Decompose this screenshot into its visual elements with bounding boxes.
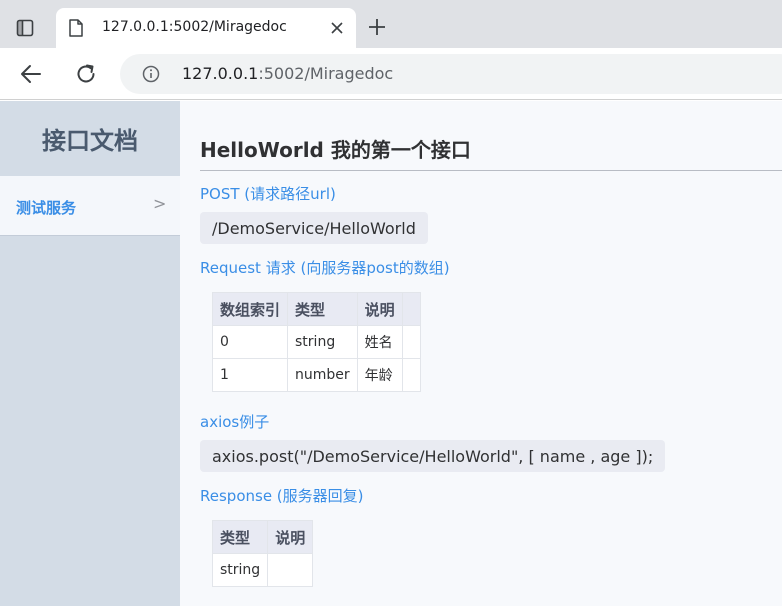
table-cell: 姓名 [356, 325, 403, 359]
table-header-cell: 说明 [267, 520, 314, 554]
sidebar-item-test-service[interactable]: 测试服务 > [0, 176, 180, 236]
plus-icon[interactable] [364, 14, 390, 40]
table-cell: 0 [211, 325, 289, 359]
axios-label: axios例子 [200, 413, 270, 431]
tab-title: 127.0.0.1:5002/Miragedoc [102, 19, 287, 35]
axios-code: axios.post("/DemoService/HelloWorld", [ … [200, 440, 666, 472]
table-cell: 1 [211, 358, 289, 392]
sidebar: 接口文档 测试服务 > [0, 101, 180, 606]
request-table: 数组索引 类型 说明 0 string 姓名 1 number 年龄 [211, 292, 421, 392]
table-row: 1 number 年龄 [211, 358, 421, 392]
request-label: Request 请求 (向服务器post的数组) [200, 259, 450, 277]
reload-icon[interactable] [71, 59, 101, 89]
table-header-cell-empty [401, 292, 421, 326]
main-panel: HelloWorld 我的第一个接口 POST (请求路径url) /DemoS… [180, 101, 782, 606]
info-icon[interactable] [142, 65, 160, 83]
table-header-cell: 数组索引 [211, 292, 289, 326]
title-divider [200, 170, 782, 171]
back-icon[interactable] [16, 59, 46, 89]
table-header-cell: 类型 [287, 292, 358, 326]
url-path: :5002/Miragedoc [258, 64, 394, 83]
close-icon[interactable] [328, 19, 346, 37]
method-label: POST (请求路径url) [200, 185, 336, 203]
address-bar[interactable]: 127.0.0.1:5002/Miragedoc [120, 54, 782, 94]
url-text[interactable]: 127.0.0.1:5002/Miragedoc [182, 64, 393, 83]
tab-strip: 127.0.0.1:5002/Miragedoc [0, 0, 782, 48]
browser-toolbar: 127.0.0.1:5002/Miragedoc [0, 48, 782, 100]
request-path: /DemoService/HelloWorld [200, 212, 428, 244]
table-cell: number [287, 358, 358, 392]
table-header-cell: 说明 [356, 292, 403, 326]
table-cell-empty [401, 358, 421, 392]
chevron-right-icon: > [153, 194, 167, 213]
response-table: 类型 说明 string [211, 520, 314, 587]
sidebar-item-label: 测试服务 [16, 199, 77, 217]
url-host: 127.0.0.1 [182, 64, 259, 83]
browser-tab[interactable]: 127.0.0.1:5002/Miragedoc [56, 8, 356, 48]
page-icon [68, 19, 84, 37]
table-cell: string [287, 325, 358, 359]
page-title: HelloWorld 我的第一个接口 [200, 138, 471, 162]
table-cell: string [211, 553, 269, 587]
table-row: string [211, 553, 314, 587]
table-header-cell: 类型 [211, 520, 269, 554]
table-cell [267, 553, 314, 587]
table-row: 0 string 姓名 [211, 325, 421, 359]
sidebar-title: 接口文档 [42, 127, 138, 155]
table-cell: 年龄 [356, 358, 403, 392]
table-header-row: 类型 说明 [211, 520, 314, 554]
table-cell-empty [401, 325, 421, 359]
table-header-row: 数组索引 类型 说明 [211, 292, 421, 326]
page-content: 接口文档 测试服务 > HelloWorld 我的第一个接口 POST (请求路… [0, 101, 782, 606]
window-icon[interactable] [10, 13, 40, 43]
response-label: Response (服务器回复) [200, 487, 364, 505]
